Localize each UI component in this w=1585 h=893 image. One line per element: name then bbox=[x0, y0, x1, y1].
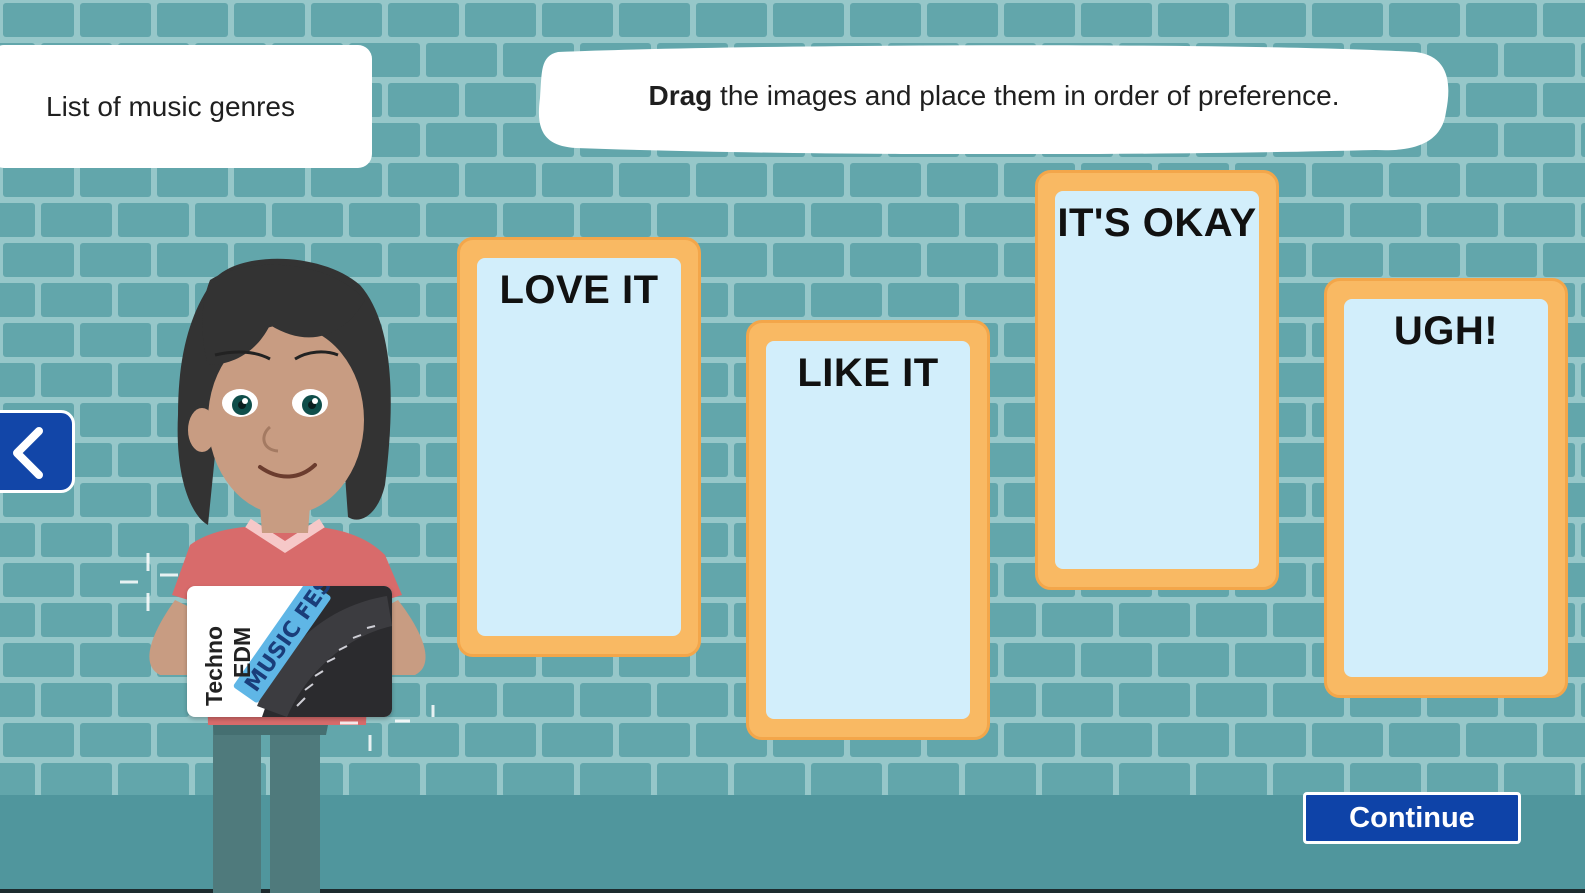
drop-zone-love-it[interactable]: LOVE IT bbox=[457, 237, 701, 657]
back-button[interactable] bbox=[0, 410, 75, 493]
drop-zone-label: IT'S OKAY bbox=[1057, 201, 1257, 245]
continue-button[interactable]: Continue bbox=[1303, 792, 1521, 844]
presenter-character bbox=[120, 258, 435, 893]
instruction-rest: the images and place them in order of pr… bbox=[712, 80, 1340, 111]
title-text: List of music genres bbox=[46, 91, 295, 122]
genre-card-techno-edm[interactable]: MUSIC FEST Techno EDM bbox=[187, 586, 392, 717]
drop-zone-slot[interactable] bbox=[1055, 191, 1259, 569]
drop-zone-slot[interactable] bbox=[477, 258, 681, 636]
drop-zone-label: UGH! bbox=[1393, 309, 1499, 353]
activity-stage: List of music genres Drag the images and… bbox=[0, 0, 1585, 893]
drop-zone-label: LOVE IT bbox=[499, 268, 659, 312]
chevron-left-icon bbox=[13, 427, 43, 479]
instruction-bold: Drag bbox=[648, 80, 713, 111]
drop-zone-ugh[interactable]: UGH! bbox=[1324, 278, 1568, 698]
instruction-bubble: Drag the images and place them in order … bbox=[536, 42, 1452, 154]
drop-zone-slot[interactable] bbox=[1344, 299, 1548, 677]
drop-zone-its-okay[interactable]: IT'S OKAY bbox=[1035, 170, 1279, 590]
drop-zone-like-it[interactable]: LIKE IT bbox=[746, 320, 990, 740]
drop-zone-slot[interactable] bbox=[766, 341, 970, 719]
instruction-text: Drag the images and place them in order … bbox=[536, 80, 1452, 112]
genre-card-line-2: EDM bbox=[229, 626, 255, 678]
genre-card-line-1: Techno bbox=[201, 625, 227, 706]
drop-zone-label: LIKE IT bbox=[797, 351, 939, 395]
title-card: List of music genres bbox=[0, 45, 372, 168]
